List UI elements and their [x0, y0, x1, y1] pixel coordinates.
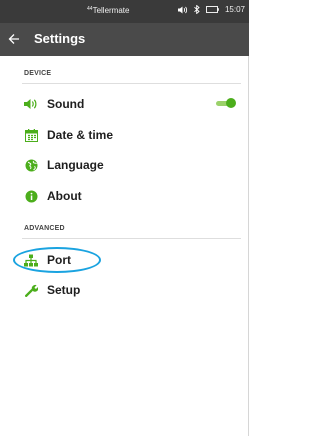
toggle-knob [226, 98, 236, 108]
settings-item-label: Port [47, 253, 71, 267]
bluetooth-icon [194, 5, 200, 14]
globe-icon [24, 158, 38, 172]
settings-item-language[interactable]: Language [24, 153, 244, 177]
divider [22, 238, 241, 239]
settings-item-port[interactable]: Port [24, 248, 244, 272]
status-icons: 15:07 [177, 5, 245, 14]
status-bar: 44Tellermate 15:07 [0, 0, 249, 23]
section-header-device: DEVICE [24, 70, 52, 77]
status-brand: 44Tellermate [87, 6, 130, 15]
settings-item-sound[interactable]: Sound [24, 92, 244, 116]
settings-item-date-time[interactable]: Date & time [24, 123, 244, 147]
network-icon [24, 253, 38, 267]
sound-toggle[interactable] [216, 98, 236, 108]
settings-item-label: About [47, 189, 82, 203]
back-button[interactable] [8, 30, 24, 48]
settings-item-label: Language [47, 158, 104, 172]
volume-icon [177, 6, 188, 14]
info-icon [24, 189, 38, 203]
settings-screen: 44Tellermate 15:07 Settings DEVICE Sound [0, 0, 249, 436]
speaker-icon [24, 97, 38, 111]
section-header-advanced: ADVANCED [24, 225, 65, 232]
app-bar: Settings [0, 23, 249, 56]
battery-icon [206, 6, 219, 13]
settings-item-about[interactable]: About [24, 184, 244, 208]
calendar-icon [24, 128, 38, 142]
settings-item-label: Setup [47, 283, 81, 297]
page-title: Settings [34, 31, 86, 46]
divider [22, 83, 241, 84]
arrow-left-icon [8, 34, 19, 44]
settings-item-label: Sound [47, 97, 85, 111]
settings-item-label: Date & time [47, 128, 114, 142]
wrench-icon [24, 283, 38, 297]
status-time: 15:07 [224, 5, 245, 14]
settings-item-setup[interactable]: Setup [24, 278, 244, 302]
